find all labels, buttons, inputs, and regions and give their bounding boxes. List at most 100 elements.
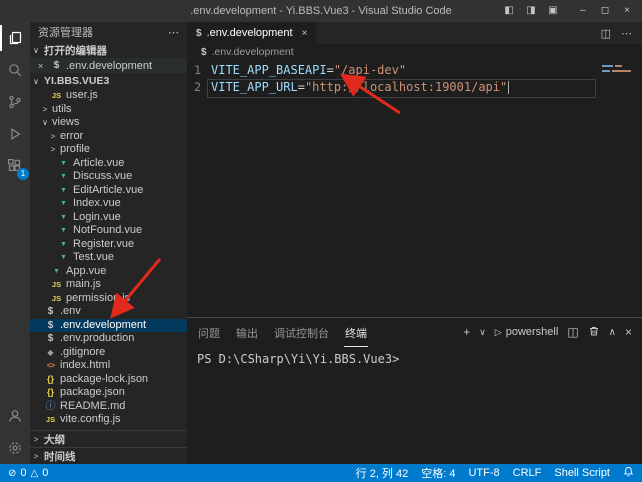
minimize-icon[interactable]: – bbox=[572, 0, 594, 22]
close-panel-icon[interactable]: × bbox=[625, 325, 632, 339]
encoding-status[interactable]: UTF-8 bbox=[468, 467, 499, 479]
activity-bar: 1 bbox=[0, 22, 30, 464]
line-number: 1 bbox=[187, 62, 211, 79]
tree-item-test-vue[interactable]: ▼Test.vue bbox=[30, 251, 187, 265]
source-control-icon[interactable] bbox=[0, 86, 30, 118]
new-terminal-icon[interactable]: + bbox=[463, 325, 470, 339]
tab-output[interactable]: 输出 bbox=[235, 318, 259, 346]
tree-item-register-vue[interactable]: ▼Register.vue bbox=[30, 238, 187, 252]
terminal[interactable]: PS D:\CSharp\Yi\Yi.BBS.Vue3> bbox=[187, 346, 642, 464]
panel-actions: + ∨ ▷ powershell ◫ ∧ × bbox=[463, 325, 632, 340]
explorer-icon[interactable] bbox=[0, 22, 30, 54]
tree-item-user-js[interactable]: JSuser.js bbox=[30, 89, 187, 103]
terminal-dropdown-icon[interactable]: ∨ bbox=[479, 327, 486, 338]
tab-terminal[interactable]: 终端 bbox=[344, 318, 368, 347]
chevron-down-icon: ∨ bbox=[40, 116, 50, 130]
tab-debug-console[interactable]: 调试控制台 bbox=[273, 318, 330, 346]
customize-layout-icon[interactable]: ▣ bbox=[542, 0, 564, 22]
tree-item-env-production[interactable]: $.env.production bbox=[30, 332, 187, 346]
indentation-status[interactable]: 空格: 4 bbox=[421, 465, 455, 481]
tree-item-gitignore[interactable]: ◆.gitignore bbox=[30, 346, 187, 360]
vue-file-icon: ▼ bbox=[57, 170, 70, 184]
tab-env-development[interactable]: $ .env.development × bbox=[187, 22, 317, 44]
tree-item-profile[interactable]: >profile bbox=[30, 143, 187, 157]
tree-item-login-vue[interactable]: ▼Login.vue bbox=[30, 211, 187, 225]
vue-file-icon: ▼ bbox=[57, 157, 70, 171]
tree-item-package-json[interactable]: {}package.json bbox=[30, 386, 187, 400]
project-root-header[interactable]: ∨ YI.BBS.VUE3 bbox=[30, 73, 187, 89]
outline-section-header[interactable]: > 大纲 bbox=[30, 430, 187, 447]
split-terminal-icon[interactable]: ◫ bbox=[567, 325, 578, 339]
split-editor-icon[interactable]: ◫ bbox=[601, 27, 611, 40]
json-file-icon: {} bbox=[44, 373, 57, 387]
open-editors-header[interactable]: ∨ 打开的编辑器 bbox=[30, 42, 187, 58]
timeline-section-header[interactable]: > 时间线 bbox=[30, 447, 187, 464]
code-editor[interactable]: 1 VITE_APP_BASEAPI="/api-dev" 2 VITE_APP… bbox=[187, 60, 642, 317]
extensions-badge: 1 bbox=[17, 168, 29, 180]
toggle-sidebar-icon[interactable]: ◧ bbox=[498, 0, 520, 22]
tree-item-package-lock-json[interactable]: {}package-lock.json bbox=[30, 373, 187, 387]
vue-file-icon: ▼ bbox=[57, 238, 70, 252]
status-right: 行 2, 列 42 空格: 4 UTF-8 CRLF Shell Script bbox=[356, 465, 634, 481]
vue-file-icon: ▼ bbox=[57, 211, 70, 225]
extensions-icon[interactable]: 1 bbox=[0, 150, 30, 182]
run-debug-icon[interactable] bbox=[0, 118, 30, 150]
account-icon[interactable] bbox=[0, 400, 30, 432]
vue-file-icon: ▼ bbox=[57, 251, 70, 265]
tree-item-permission-js[interactable]: JSpermission.js bbox=[30, 292, 187, 306]
search-icon[interactable] bbox=[0, 54, 30, 86]
more-actions-icon[interactable]: ⋯ bbox=[168, 26, 179, 39]
close-tab-icon[interactable]: × bbox=[302, 28, 308, 39]
terminal-shell-selector[interactable]: ▷ powershell bbox=[495, 326, 559, 338]
tree-item-readme-md[interactable]: ⓘREADME.md bbox=[30, 400, 187, 414]
close-window-icon[interactable]: × bbox=[616, 0, 638, 22]
status-bar: ⊘ 0 △ 0 行 2, 列 42 空格: 4 UTF-8 CRLF Shell… bbox=[0, 464, 642, 482]
toggle-panel-icon[interactable]: ◨ bbox=[520, 0, 542, 22]
markdown-file-icon: ⓘ bbox=[44, 400, 57, 414]
language-mode-status[interactable]: Shell Script bbox=[554, 467, 610, 479]
tree-item-editarticle-vue[interactable]: ▼EditArticle.vue bbox=[30, 184, 187, 198]
close-icon[interactable]: × bbox=[38, 61, 50, 71]
bottom-panel: 问题 输出 调试控制台 终端 + ∨ ▷ powershell ◫ bbox=[187, 317, 642, 464]
sidebar-title: 资源管理器 ⋯ bbox=[30, 22, 187, 42]
chevron-down-icon: ∨ bbox=[30, 46, 42, 55]
tab-problems[interactable]: 问题 bbox=[197, 318, 221, 346]
tree-item-env-development[interactable]: $.env.development bbox=[30, 319, 187, 333]
tree-item-error[interactable]: >error bbox=[30, 130, 187, 144]
open-editor-item[interactable]: × $ .env.development bbox=[30, 58, 187, 73]
tree-item-index-vue[interactable]: ▼Index.vue bbox=[30, 197, 187, 211]
vscode-window: .env.development - Yi.BBS.Vue3 - Visual … bbox=[0, 0, 642, 482]
tree-item-vite-config-js[interactable]: JSvite.config.js bbox=[30, 413, 187, 427]
editor-actions: ◫ ⋯ bbox=[601, 22, 642, 44]
tree-item-article-vue[interactable]: ▼Article.vue bbox=[30, 157, 187, 171]
maximize-icon[interactable]: ◻ bbox=[594, 0, 616, 22]
js-file-icon: JS bbox=[50, 292, 63, 306]
settings-gear-icon[interactable] bbox=[0, 432, 30, 464]
tree-item-app-vue[interactable]: ▼App.vue bbox=[30, 265, 187, 279]
code-line-2: 2 VITE_APP_URL="http://localhost:19001/a… bbox=[187, 79, 642, 96]
tree-item-discuss-vue[interactable]: ▼Discuss.vue bbox=[30, 170, 187, 184]
more-actions-icon[interactable]: ⋯ bbox=[621, 27, 632, 40]
editor-tab-bar: $ .env.development × ◫ ⋯ bbox=[187, 22, 642, 44]
notifications-bell-icon[interactable] bbox=[623, 466, 634, 480]
tree-item-index-html[interactable]: <>index.html bbox=[30, 359, 187, 373]
minimap[interactable] bbox=[598, 60, 642, 317]
text-cursor bbox=[508, 81, 509, 94]
breadcrumb[interactable]: $ .env.development bbox=[187, 44, 642, 60]
shell-file-icon: $ bbox=[50, 60, 63, 71]
problems-status[interactable]: ⊘ 0 △ 0 bbox=[8, 467, 48, 479]
errors-icon: ⊘ bbox=[8, 468, 16, 479]
tree-item-env[interactable]: $.env bbox=[30, 305, 187, 319]
tree-item-notfound-vue[interactable]: ▼NotFound.vue bbox=[30, 224, 187, 238]
eol-status[interactable]: CRLF bbox=[513, 467, 542, 479]
cursor-position-status[interactable]: 行 2, 列 42 bbox=[356, 465, 409, 481]
tree-item-views[interactable]: ∨views bbox=[30, 116, 187, 130]
tree-item-utils[interactable]: >utils bbox=[30, 103, 187, 117]
tree-item-main-js[interactable]: JSmain.js bbox=[30, 278, 187, 292]
line-number: 2 bbox=[187, 79, 211, 96]
kill-terminal-icon[interactable] bbox=[588, 325, 600, 340]
maximize-panel-icon[interactable]: ∧ bbox=[609, 327, 616, 338]
activity-bar-bottom bbox=[0, 400, 30, 464]
code-line-1: 1 VITE_APP_BASEAPI="/api-dev" bbox=[187, 62, 642, 79]
file-tree: JSuser.js >utils ∨views >error >profile … bbox=[30, 89, 187, 430]
